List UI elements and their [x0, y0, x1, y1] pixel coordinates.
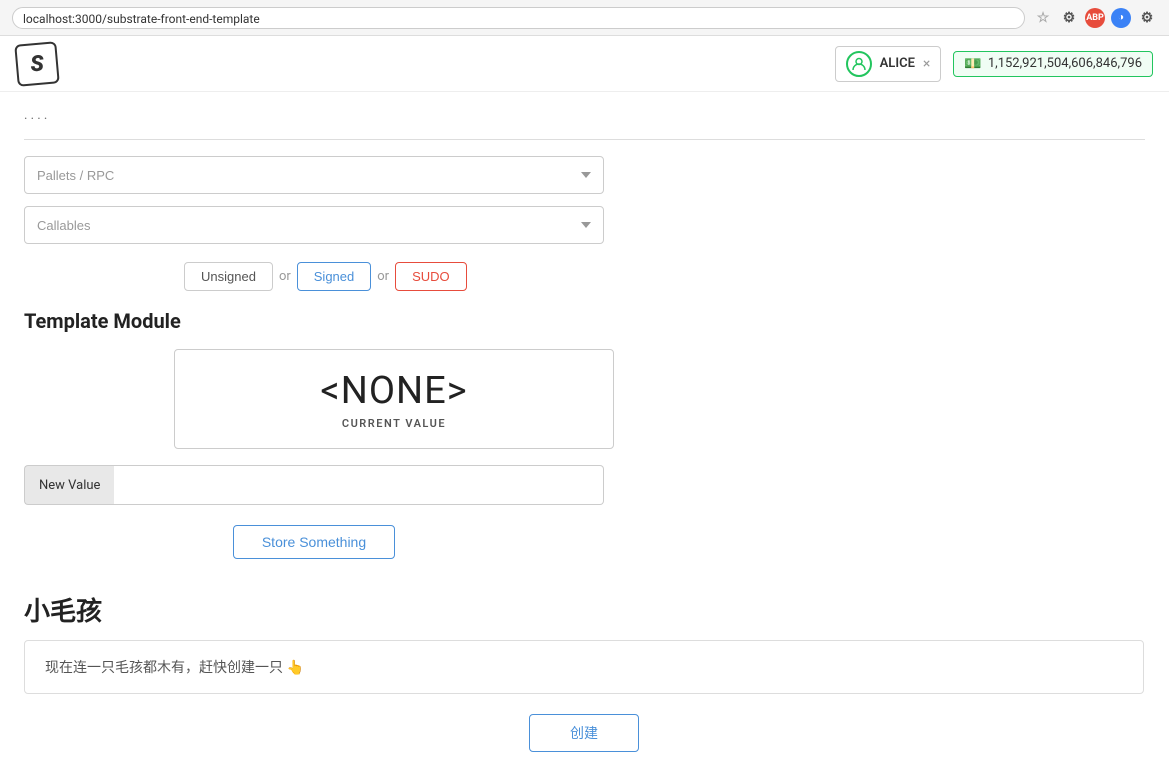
sudo-button[interactable]: SUDO [395, 262, 467, 291]
tab-dots[interactable]: · · · · [24, 112, 47, 131]
main-content: · · · · Pallets / RPC Callables Unsigned… [0, 92, 1169, 772]
star-icon[interactable]: ☆ [1033, 8, 1053, 28]
template-module-title: Template Module [24, 309, 1145, 333]
settings-icon[interactable]: ⚙ [1059, 8, 1079, 28]
create-button-row: 创建 [24, 714, 1144, 752]
new-value-row: New Value [24, 465, 604, 505]
ext1-icon[interactable]: ◑ [1111, 8, 1131, 28]
current-value-display: <NONE> [320, 369, 467, 413]
app-header: S ALICE × 💵 1,152,921,504,606,846,796 [0, 36, 1169, 92]
balance-value: 1,152,921,504,606,846,796 [988, 56, 1142, 71]
store-something-button[interactable]: Store Something [233, 525, 395, 559]
unsigned-button[interactable]: Unsigned [184, 262, 273, 291]
xiao-section-title: 小毛孩 [24, 591, 1145, 628]
tabs-row: · · · · [24, 112, 1145, 140]
ext2-icon[interactable]: ⚙ [1137, 8, 1157, 28]
new-value-input[interactable] [114, 465, 604, 505]
abp-icon[interactable]: ABP [1085, 8, 1105, 28]
user-close-button[interactable]: × [923, 56, 930, 72]
browser-bar: localhost:3000/substrate-front-end-templ… [0, 0, 1169, 36]
user-avatar [846, 51, 872, 77]
user-badge: ALICE × [835, 46, 942, 82]
app-logo: S [14, 41, 60, 87]
header-right: ALICE × 💵 1,152,921,504,606,846,796 [835, 46, 1153, 82]
tx-or2: or [377, 269, 389, 284]
tx-or1: or [279, 269, 291, 284]
balance-icon: 💵 [964, 56, 981, 72]
empty-notice-text: 现在连一只毛孩都木有，赶快创建一只 👆 [45, 660, 304, 676]
store-button-row: Store Something [24, 525, 604, 559]
url-bar[interactable]: localhost:3000/substrate-front-end-templ… [12, 7, 1025, 29]
pallets-dropdown-row: Pallets / RPC [24, 156, 1145, 194]
callables-dropdown-row: Callables [24, 206, 1145, 244]
callables-select[interactable]: Callables [24, 206, 604, 244]
tx-type-row: Unsigned or Signed or SUDO [184, 262, 1145, 291]
create-button[interactable]: 创建 [529, 714, 639, 752]
balance-badge: 💵 1,152,921,504,606,846,796 [953, 51, 1153, 77]
signed-button[interactable]: Signed [297, 262, 371, 291]
browser-icons: ☆ ⚙ ABP ◑ ⚙ [1033, 8, 1157, 28]
current-value-label: CURRENT VALUE [342, 417, 446, 430]
user-name: ALICE [880, 56, 915, 71]
current-value-box: <NONE> CURRENT VALUE [174, 349, 614, 449]
new-value-label: New Value [24, 465, 114, 505]
empty-notice-box: 现在连一只毛孩都木有，赶快创建一只 👆 [24, 640, 1144, 694]
pallets-rpc-select[interactable]: Pallets / RPC [24, 156, 604, 194]
